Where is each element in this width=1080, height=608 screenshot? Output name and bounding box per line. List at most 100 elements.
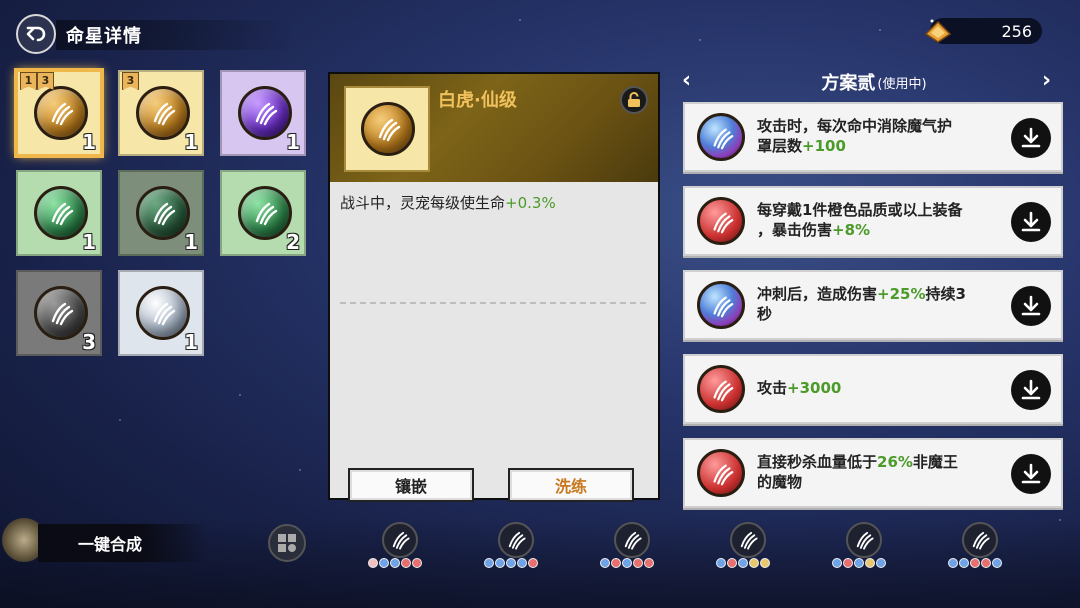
slot-dot <box>401 558 411 568</box>
gem-orb <box>136 86 190 140</box>
inlay-button[interactable]: 镶嵌 <box>348 468 474 502</box>
unequip-button[interactable] <box>1011 454 1051 494</box>
gem-slot-6[interactable]: 2 <box>220 170 306 256</box>
gem-orb <box>238 86 292 140</box>
back-arrow-icon <box>26 26 46 42</box>
blue-star-badge <box>697 113 745 161</box>
claw-icon <box>713 212 734 234</box>
slot-dot <box>716 558 726 568</box>
plan-effect-text: 攻击时，每次命中消除魔气护 罩层数+100 <box>757 117 953 155</box>
effect-value: +8% <box>832 221 871 239</box>
plan-slot-1[interactable]: 攻击时，每次命中消除魔气护 罩层数+100 <box>683 102 1063 172</box>
gem-slot-8[interactable]: 1 <box>118 270 204 356</box>
unequip-button[interactable] <box>1011 118 1051 158</box>
gold-ingot-icon <box>924 19 952 43</box>
claw-icon <box>51 302 74 326</box>
slot-dot <box>506 558 516 568</box>
gem-title: 白虎·仙级 <box>438 90 517 111</box>
gem-slot-7[interactable]: 3 <box>16 270 102 356</box>
claw-icon <box>153 202 176 226</box>
category-dots <box>716 558 770 568</box>
gem-slot-1[interactable]: 131 <box>16 70 102 156</box>
unequip-button[interactable] <box>1011 286 1051 326</box>
slot-dot <box>970 558 980 568</box>
gem-count: 1 <box>184 330 198 354</box>
scratch-icon <box>624 531 642 550</box>
next-plan-arrow[interactable]: › <box>1042 68 1051 93</box>
claw-icon <box>713 128 734 150</box>
slot-dot <box>738 558 748 568</box>
gem-orb <box>136 286 190 340</box>
plan-effect-text: 直接秒杀血量低于26%非魔王 的魔物 <box>757 453 958 491</box>
red-star-badge <box>697 197 745 245</box>
slot-dot <box>368 558 378 568</box>
refine-button[interactable]: 洗练 <box>508 468 634 502</box>
stone-icon <box>740 531 758 550</box>
gem-slot-3[interactable]: 1 <box>220 70 306 156</box>
slot-dot <box>495 558 505 568</box>
claw-icon <box>255 202 278 226</box>
skull-icon <box>972 531 990 550</box>
category-skull-button[interactable] <box>962 522 998 558</box>
gem-orb <box>136 186 190 240</box>
slot-dot <box>992 558 1002 568</box>
slot-dot <box>981 558 991 568</box>
moon-icon <box>508 531 526 550</box>
category-dots <box>948 558 1002 568</box>
gem-count: 2 <box>286 230 300 254</box>
slot-dot <box>611 558 621 568</box>
category-claw-button[interactable] <box>382 522 418 558</box>
category-beast-button[interactable] <box>846 522 882 558</box>
slot-dot <box>749 558 759 568</box>
gem-description-value: +0.3% <box>505 194 556 212</box>
effect-value: 26% <box>877 453 913 471</box>
plan-slot-5[interactable]: 直接秒杀血量低于26%非魔王 的魔物 <box>683 438 1063 508</box>
slot-dot <box>865 558 875 568</box>
slot-dot <box>948 558 958 568</box>
auto-compose-button[interactable]: 一键合成 <box>38 524 208 562</box>
download-arrow-icon <box>1021 127 1041 148</box>
gem-orb <box>34 86 88 140</box>
download-arrow-icon <box>1021 379 1041 400</box>
slot-dot <box>390 558 400 568</box>
gem-count: 1 <box>82 130 96 154</box>
filter-button[interactable] <box>268 524 306 562</box>
category-dots <box>832 558 886 568</box>
plan-slot-3[interactable]: 冲刺后，造成伤害+25%持续3 秒 <box>683 270 1063 340</box>
plan-status: (使用中) <box>877 76 927 92</box>
slot-dot <box>622 558 632 568</box>
category-moon-button[interactable] <box>498 522 534 558</box>
plan-slot-2[interactable]: 每穿戴1件橙色品质或以上装备 ，暴击伤害+8% <box>683 186 1063 256</box>
claw-icon <box>51 102 74 126</box>
category-dots <box>368 558 422 568</box>
slot-dot <box>484 558 494 568</box>
selected-gem-frame <box>344 86 430 172</box>
download-arrow-icon <box>1021 295 1041 316</box>
slot-dot <box>379 558 389 568</box>
unequip-button[interactable] <box>1011 202 1051 242</box>
gem-description-text: 战斗中，灵宠每级使生命 <box>340 194 506 212</box>
lock-button[interactable] <box>620 86 648 114</box>
claw-icon <box>255 102 278 126</box>
gem-count: 1 <box>286 130 300 154</box>
slot-dot <box>600 558 610 568</box>
gem-slot-4[interactable]: 1 <box>16 170 102 256</box>
plan-slot-4[interactable]: 攻击+3000 <box>683 354 1063 424</box>
currency-value: 256 <box>1001 21 1032 41</box>
slot-dot <box>644 558 654 568</box>
page-title: 命星详情 <box>66 26 142 47</box>
gem-slot-2[interactable]: 31 <box>118 70 204 156</box>
unequip-button[interactable] <box>1011 370 1051 410</box>
plan-header: 方案贰 (使用中) <box>680 66 1068 98</box>
category-stone-button[interactable] <box>730 522 766 558</box>
category-dots <box>484 558 538 568</box>
effect-value: +3000 <box>787 379 842 397</box>
back-button[interactable] <box>16 14 56 54</box>
slot-dot <box>412 558 422 568</box>
slot-dot <box>760 558 770 568</box>
detail-header: 白虎·仙级 <box>330 74 658 182</box>
gem-count: 1 <box>184 130 198 154</box>
category-scratch-button[interactable] <box>614 522 650 558</box>
download-arrow-icon <box>1021 463 1041 484</box>
gem-slot-5[interactable]: 1 <box>118 170 204 256</box>
